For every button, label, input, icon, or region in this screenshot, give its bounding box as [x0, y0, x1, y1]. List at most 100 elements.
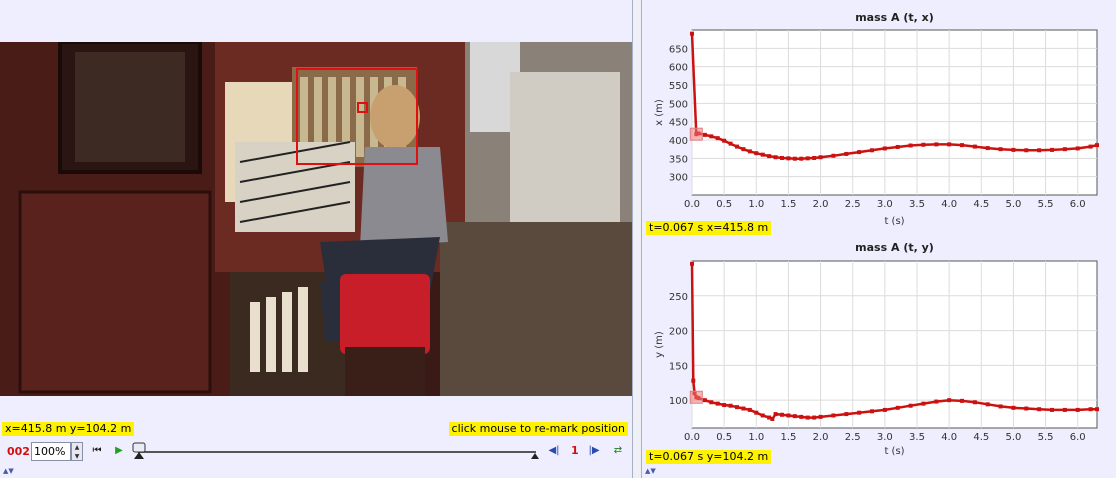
remark-hint: click mouse to re-mark position	[448, 422, 628, 436]
step-size[interactable]: 1	[571, 444, 579, 457]
video-slider-knob[interactable]	[132, 442, 146, 460]
x-tick-label: 5.5	[1038, 432, 1054, 443]
y-tick-label: 300	[669, 173, 688, 184]
tracker-app: x=415.8 m y=104.2 m click mouse to re-ma…	[0, 0, 1116, 478]
coordinate-readout: x=415.8 m y=104.2 m	[2, 422, 135, 436]
plot-y[interactable]: 0.0 0.5 1.0 1.5 2.0 2.5 3.0 3.5 4.0 4.5 5.0 5.5 6.0 1…	[642, 234, 1116, 464]
data-point	[818, 414, 823, 419]
x-tick-label: 1.0	[748, 432, 764, 443]
data-point	[715, 136, 720, 141]
data-point	[831, 153, 836, 158]
selected-point-marker	[689, 127, 703, 141]
data-point	[799, 156, 804, 161]
expand-arrows-icon[interactable]: ▲▼	[3, 467, 14, 475]
data-point	[792, 414, 797, 419]
data-point	[728, 403, 733, 408]
data-point	[985, 146, 990, 151]
go-to-start-icon[interactable]: ⏮	[90, 444, 104, 458]
plot-x-svg: 0.0 0.5 1.0 1.5 2.0 2.5 3.0 3.5 4.0 4.5 5.0 5.5 6.0 3…	[654, 11, 1099, 227]
y-tick-label: 250	[669, 292, 688, 303]
plot-title: mass A (t, x)	[855, 11, 934, 24]
data-point	[908, 143, 913, 148]
y-tick-label: 600	[669, 63, 688, 74]
step-forward-icon[interactable]: |▶	[587, 444, 601, 458]
data-point	[1088, 144, 1093, 149]
data-point	[998, 404, 1003, 409]
data-point	[895, 144, 900, 149]
data-point	[812, 155, 817, 160]
data-point	[921, 142, 926, 147]
x-tick-label: 0.5	[716, 199, 732, 210]
tracking-search-box[interactable]	[296, 68, 418, 165]
data-point	[805, 415, 810, 420]
data-point	[870, 148, 874, 153]
data-point	[690, 261, 694, 266]
plot-panel: 0.0 0.5 1.0 1.5 2.0 2.5 3.0 3.5 4.0 4.5 5.0 5.5 6.0 3…	[641, 0, 1116, 478]
video-panel: x=415.8 m y=104.2 m click mouse to re-ma…	[0, 0, 633, 478]
mass-a-marker[interactable]	[357, 102, 368, 113]
y-tick-label: 400	[669, 136, 688, 147]
x-axis-label: t (s)	[884, 216, 904, 227]
data-point	[934, 142, 939, 147]
data-point	[947, 398, 952, 403]
data-point	[1050, 407, 1054, 412]
data-point	[760, 152, 765, 157]
x-tick-label: 0.0	[684, 432, 700, 443]
x-tick-label: 4.0	[941, 432, 957, 443]
step-back-icon[interactable]: ◀|	[547, 444, 561, 458]
data-point	[786, 413, 791, 418]
data-point	[1088, 407, 1093, 412]
video-frame[interactable]	[0, 42, 632, 396]
data-point	[735, 405, 739, 410]
data-point	[985, 402, 990, 407]
data-point	[728, 141, 733, 146]
data-point	[792, 156, 797, 161]
data-point	[1037, 407, 1042, 412]
data-point	[773, 412, 778, 417]
x-tick-label: 3.5	[909, 432, 925, 443]
data-point	[1075, 407, 1080, 412]
video-slider-track[interactable]	[138, 451, 536, 453]
plot-x[interactable]: 0.0 0.5 1.0 1.5 2.0 2.5 3.0 3.5 4.0 4.5 5.0 5.5 6.0 3…	[642, 3, 1116, 235]
data-point	[1024, 406, 1029, 411]
zoom-field[interactable]: 100%	[31, 442, 71, 461]
data-point	[754, 410, 759, 415]
zoom-spinner[interactable]: ▲ ▼	[71, 442, 83, 461]
x-tick-label: 2.5	[845, 432, 861, 443]
data-point	[715, 401, 720, 406]
x-tick-label: 5.0	[1005, 199, 1021, 210]
data-point	[780, 412, 784, 417]
x-tick-label: 1.0	[748, 199, 764, 210]
data-point	[770, 416, 775, 421]
player-bar: 002 100% ▲ ▼ ⏮ ▶ ◀| 1 |▶ ⇄	[0, 439, 632, 465]
slider-end-marker	[531, 453, 539, 459]
data-point	[722, 403, 727, 408]
data-point	[812, 415, 817, 420]
expand-arrows-icon[interactable]: ▲▼	[645, 467, 656, 475]
x-tick-label: 5.5	[1038, 199, 1054, 210]
data-point	[799, 414, 804, 419]
data-point	[947, 142, 952, 147]
data-point	[691, 378, 696, 383]
x-axis-label: t (s)	[884, 446, 904, 457]
loop-icon[interactable]: ⇄	[611, 444, 625, 458]
y-tick-label: 550	[669, 81, 688, 92]
data-point	[857, 150, 862, 155]
data-point	[844, 412, 849, 417]
frame-number[interactable]: 002	[7, 445, 30, 458]
play-icon[interactable]: ▶	[112, 444, 126, 458]
data-point	[1011, 147, 1016, 152]
data-point	[857, 410, 862, 415]
status-bar: x=415.8 m y=104.2 m click mouse to re-ma…	[0, 421, 632, 437]
data-point	[870, 409, 874, 414]
data-point	[1075, 146, 1080, 151]
x-tick-label: 3.0	[877, 432, 893, 443]
data-point	[1062, 407, 1067, 412]
data-point	[934, 399, 939, 404]
plot-x-readout: t=0.067 s x=415.8 m	[646, 221, 772, 235]
data-point	[908, 403, 913, 408]
data-point	[1024, 148, 1029, 153]
selected-point-marker	[689, 390, 703, 404]
x-tick-label: 1.5	[780, 199, 796, 210]
plot-y-svg: 0.0 0.5 1.0 1.5 2.0 2.5 3.0 3.5 4.0 4.5 5.0 5.5 6.0 1…	[654, 241, 1099, 457]
